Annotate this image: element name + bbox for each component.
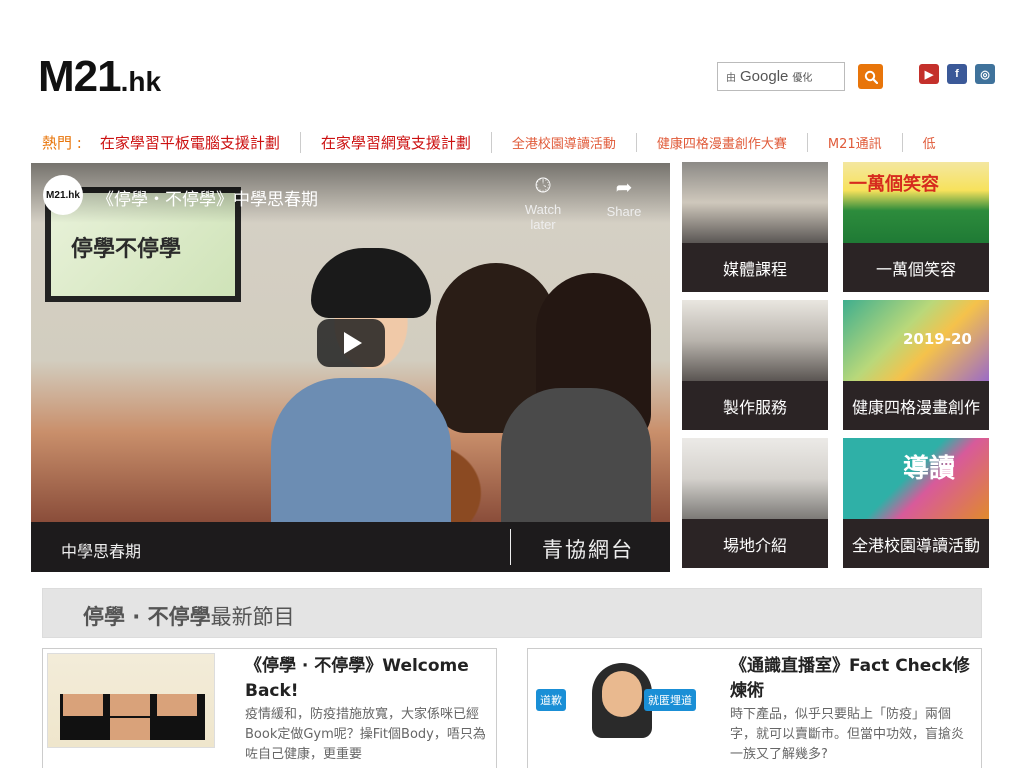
- video-caption-left: 中學思春期: [61, 542, 142, 561]
- watch-later-button[interactable]: 🕓︎ Watch later: [513, 175, 573, 232]
- hot-item-tablet-support[interactable]: 在家學習平板電腦支援計劃: [100, 131, 301, 153]
- search-icon: [864, 70, 878, 84]
- share-label: Share: [606, 204, 642, 219]
- program-card-thumbnail[interactable]: 道歉 就匿埋道: [532, 653, 700, 748]
- search-enhanced-label: 優化: [792, 73, 813, 84]
- thumbnail-tag-right: 就匿埋道: [644, 689, 696, 711]
- hot-item-broadband-support[interactable]: 在家學習網寬支援計劃: [301, 131, 492, 153]
- watch-later-label: Watch later: [524, 202, 562, 232]
- tile-media-course[interactable]: 媒體課程: [682, 162, 828, 292]
- tile-media-course-image: [682, 162, 828, 243]
- tile-comic-contest[interactable]: 2019-20 健康四格漫畫創作: [843, 300, 989, 430]
- program-card: 《停學 · 不停學》Welcome Back! 疫情緩和，防疫措施放寬，大家係咪…: [42, 648, 497, 768]
- section-title-rest: 最新節目: [210, 605, 295, 629]
- hot-label: 熱門 :: [42, 133, 82, 152]
- site-logo[interactable]: M21.hk: [38, 52, 161, 102]
- thumbnail-tag-left: 道歉: [536, 689, 566, 711]
- tile-comic-overlay: 2019-20: [903, 330, 972, 348]
- logo-suffix: .hk: [120, 66, 162, 97]
- tile-production-caption: 製作服務: [722, 397, 787, 417]
- tv-screen-text: 停學不停學: [71, 237, 182, 262]
- tile-production-service[interactable]: 製作服務: [682, 300, 828, 430]
- program-card-description: 時下產品，似乎只要貼上「防疫」兩個字，就可以賣斷市。但當中功效，盲搶炎一族又了解…: [730, 707, 965, 762]
- tile-reading-campaign[interactable]: 導讀 全港校園導讀活動: [843, 438, 989, 568]
- search-by-label: 由: [726, 73, 736, 84]
- clock-icon: 🕓︎: [535, 175, 551, 197]
- tile-smiles-overlay: 一萬個笑容: [849, 174, 939, 195]
- hot-nav: 熱門 : 在家學習平板電腦支援計劃 在家學習網寬支援計劃 全港校園導讀活動 健康…: [42, 128, 982, 156]
- program-card-description: 疫情緩和，防疫措施放寬，大家係咪已經Book定做Gym呢？操Fit個Body，唔…: [245, 707, 486, 762]
- program-card-thumbnail[interactable]: [47, 653, 215, 748]
- tile-reading-caption: 全港校園導讀活動: [851, 535, 980, 555]
- hot-item-m21-newsletter[interactable]: M21通訊: [808, 132, 903, 152]
- search-input[interactable]: 由 Google 優化: [717, 62, 845, 91]
- tile-venue-caption: 場地介紹: [722, 535, 787, 555]
- instagram-icon[interactable]: ◎: [975, 64, 995, 84]
- tile-venue-image: [682, 438, 828, 519]
- tile-comic-caption: 健康四格漫畫創作: [851, 397, 980, 417]
- tile-comic-image: 2019-20: [843, 300, 989, 381]
- video-caption-divider: [510, 529, 511, 565]
- play-icon: [344, 332, 362, 354]
- tile-media-course-caption: 媒體課程: [722, 259, 787, 279]
- youtube-icon[interactable]: ▶: [919, 64, 939, 84]
- tile-reading-overlay: 導讀: [903, 454, 956, 484]
- share-button[interactable]: ➦ Share: [594, 175, 654, 219]
- share-icon: ➦: [615, 177, 633, 199]
- hot-item-comic-contest[interactable]: 健康四格漫畫創作大賽: [637, 132, 808, 152]
- channel-avatar[interactable]: M21.hk: [43, 175, 83, 215]
- google-brand: Google: [740, 68, 789, 85]
- facebook-icon[interactable]: f: [947, 64, 967, 84]
- hot-item-reading-campaign[interactable]: 全港校園導讀活動: [492, 132, 637, 152]
- section-title-bold: 停學 · 不停學: [83, 605, 211, 629]
- video-caption-bar: 中學思春期 青協網台: [31, 522, 670, 572]
- logo-main: M21: [38, 52, 122, 101]
- video-caption-right: 青協網台: [542, 538, 634, 562]
- latest-programs-header: 停學 · 不停學最新節目: [42, 588, 982, 638]
- tile-smiles-image: 一萬個笑容: [843, 162, 989, 243]
- tile-reading-image: 導讀: [843, 438, 989, 519]
- program-card: 道歉 就匿埋道 《通識直播室》Fact Check修煉術 時下產品，似乎只要貼上…: [527, 648, 982, 768]
- tile-smiles-caption: 一萬個笑容: [875, 259, 956, 279]
- page: M21.hk 由 Google 優化 ▶ f ◎ 熱門 : 在家學習平板電腦支援…: [0, 0, 1024, 768]
- hot-item-more[interactable]: 低: [903, 133, 956, 152]
- tile-venue[interactable]: 場地介紹: [682, 438, 828, 568]
- video-title[interactable]: 《停學・不停學》中學思春期: [97, 185, 318, 210]
- program-card-title[interactable]: 《通識直播室》Fact Check修煉術: [730, 654, 970, 704]
- tile-ten-thousand-smiles[interactable]: 一萬個笑容 一萬個笑容: [843, 162, 989, 292]
- play-button[interactable]: [317, 319, 385, 367]
- program-card-title[interactable]: 《停學 · 不停學》Welcome Back!: [245, 654, 485, 704]
- tile-production-image: [682, 300, 828, 381]
- search-button[interactable]: [858, 64, 883, 89]
- video-player[interactable]: 停學不停學 M21.hk 《停學・不停學》中學思春期 🕓︎ Watch late…: [31, 163, 670, 572]
- section-title: 停學 · 不停學最新節目: [83, 601, 295, 631]
